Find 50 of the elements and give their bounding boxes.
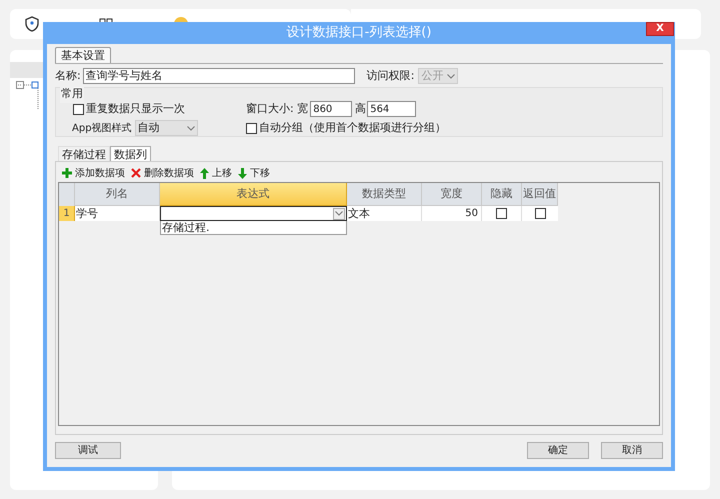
checkbox[interactable]: [246, 122, 257, 134]
tab[interactable]: 存储过程: [58, 146, 110, 161]
height-label: 高: [355, 100, 366, 117]
group-title: 常用: [60, 86, 84, 102]
dialog-title: 设计数据接口-列表选择(): [286, 24, 432, 42]
app-view-label: App视图样式: [72, 122, 132, 136]
app-view-dropdown[interactable]: 自动: [134, 120, 198, 136]
caret-icon: [186, 126, 195, 130]
tab[interactable]: 数据列: [110, 146, 151, 161]
window-size-label: 窗口大小: 宽: [246, 100, 308, 117]
checkbox[interactable]: [496, 208, 507, 219]
dropdown-button[interactable]: [333, 208, 345, 220]
access-label: 访问权限:: [366, 68, 414, 84]
row-header[interactable]: 1: [59, 206, 75, 221]
checkbox[interactable]: [534, 208, 546, 219]
column-header[interactable]: 列名: [75, 183, 160, 206]
close-button[interactable]: X: [646, 22, 674, 36]
name-field[interactable]: 查询学号与姓名: [82, 68, 355, 84]
shield-icon[interactable]: [25, 16, 39, 32]
toolbar-button[interactable]: 下移: [238, 166, 270, 180]
table-cell: 学号: [75, 206, 160, 221]
toolbar-button[interactable]: 上移: [200, 166, 232, 180]
column-header[interactable]: 隐藏: [482, 183, 522, 206]
column-header[interactable]: 数据类型: [347, 183, 422, 206]
column-header[interactable]: 返回值: [522, 183, 558, 206]
dialog-button[interactable]: 取消: [601, 442, 663, 459]
auto-group-label: 自动分组（使用首个数据项进行分组）: [259, 120, 446, 136]
arrow-down-icon: [238, 168, 247, 178]
toolbar-button[interactable]: 删除数据项: [131, 166, 194, 180]
height-field[interactable]: 564: [367, 101, 416, 117]
table-cell: 文本: [347, 206, 422, 221]
arrow-up-icon: [200, 168, 209, 178]
corner-cell: [59, 183, 75, 206]
column-header[interactable]: 表达式: [160, 183, 347, 206]
table-cell: 50: [422, 206, 482, 221]
dialog-button[interactable]: 确定: [527, 442, 589, 459]
toolbar-button[interactable]: 添加数据项: [62, 166, 125, 180]
caret-icon: [447, 74, 456, 78]
repeat-once-label: 重复数据只显示一次: [86, 100, 185, 117]
tab[interactable]: 基本设置: [55, 47, 111, 63]
name-label: 名称:: [55, 68, 81, 84]
caret-icon: [335, 211, 343, 216]
dropdown-option[interactable]: 存储过程.: [161, 221, 346, 234]
plus-icon: [62, 168, 72, 178]
expression-field[interactable]: [160, 206, 347, 221]
width-field[interactable]: 860: [310, 101, 352, 117]
close-icon: [131, 168, 141, 178]
checkbox[interactable]: [73, 104, 84, 114]
debug-button[interactable]: 调试: [55, 442, 121, 459]
column-header[interactable]: 宽度: [422, 183, 482, 206]
